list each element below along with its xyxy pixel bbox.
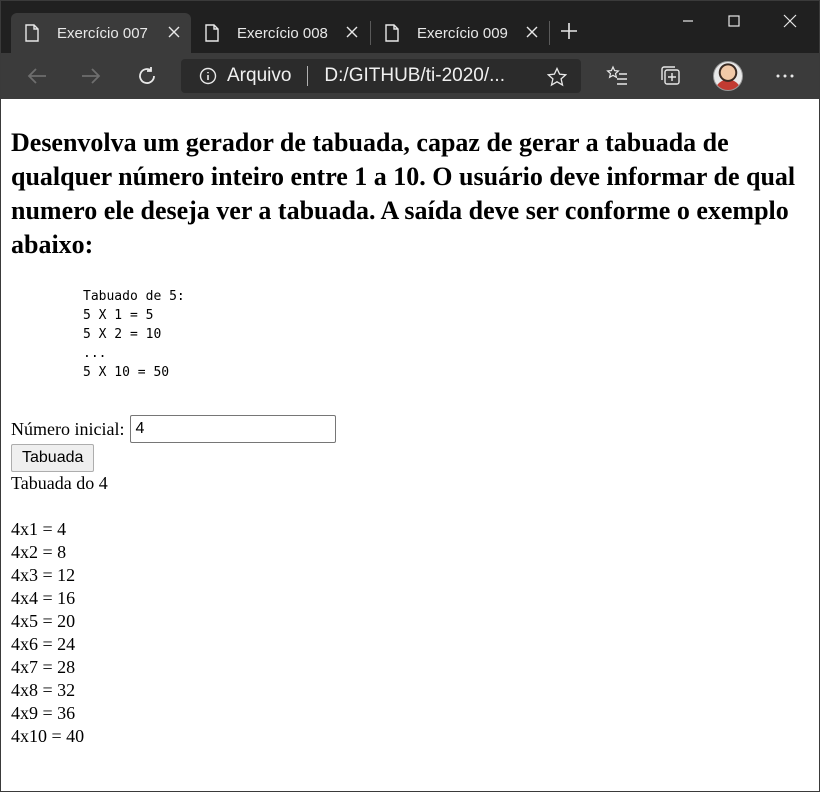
- toolbar: Arquivo D:/GITHUB/ti-2020/...: [1, 53, 819, 99]
- refresh-icon: [139, 67, 155, 84]
- result-row: 4x8 = 32: [11, 680, 76, 700]
- favorites-button[interactable]: [603, 62, 631, 90]
- result-title: Tabuada do 4: [11, 473, 108, 493]
- example-line: ...: [83, 346, 107, 361]
- document-icon: [385, 24, 399, 42]
- close-icon: [783, 14, 797, 28]
- example-block: Tabuado de 5: 5 X 1 = 5 5 X 2 = 10 ... 5…: [83, 287, 809, 382]
- document-icon: [25, 24, 39, 42]
- close-window-button[interactable]: [767, 1, 813, 41]
- input-row: Número inicial:: [11, 415, 809, 443]
- result-row: 4x5 = 20: [11, 611, 76, 631]
- arrow-right-icon: [82, 68, 101, 84]
- close-icon[interactable]: [525, 25, 539, 39]
- back-button[interactable]: [23, 62, 51, 90]
- collections-button[interactable]: [657, 62, 685, 90]
- address-scheme: Arquivo: [227, 65, 292, 86]
- address-divider: [307, 66, 309, 86]
- number-input[interactable]: [130, 415, 337, 443]
- tab-label: Exercício 007: [57, 24, 148, 42]
- result-row: 4x2 = 8: [11, 542, 67, 562]
- example-line: Tabuado de 5:: [83, 289, 185, 304]
- number-label: Número inicial:: [11, 418, 125, 439]
- refresh-button[interactable]: [133, 62, 161, 90]
- result-row: 4x10 = 40: [11, 726, 85, 746]
- arrow-left-icon: [27, 68, 46, 84]
- more-icon: [776, 74, 794, 78]
- favorites-list-icon: [606, 65, 627, 85]
- result-row: 4x4 = 16: [11, 588, 76, 608]
- tab-divider: [549, 21, 550, 45]
- tab-label: Exercício 009: [417, 24, 508, 42]
- tab-strip: Exercício 007 Exercício 008 Exercício 00…: [1, 1, 819, 53]
- example-line: 5 X 1 = 5: [83, 308, 154, 323]
- forward-button[interactable]: [77, 62, 105, 90]
- minimize-button[interactable]: [665, 1, 711, 41]
- result-row: 4x3 = 12: [11, 565, 76, 585]
- result-row: 4x6 = 24: [11, 634, 76, 654]
- new-tab-icon[interactable]: [559, 21, 579, 41]
- example-line: 5 X 2 = 10: [83, 327, 162, 342]
- settings-more-button[interactable]: [771, 62, 799, 90]
- document-icon: [205, 24, 219, 42]
- result-output: Tabuada do 4 4x1 = 4 4x2 = 8 4x3 = 12 4x…: [11, 472, 809, 748]
- close-icon[interactable]: [167, 25, 181, 39]
- favorite-star-icon[interactable]: [547, 67, 567, 87]
- profile-avatar[interactable]: [713, 61, 743, 91]
- info-icon[interactable]: [199, 67, 217, 85]
- example-line: 5 X 10 = 50: [83, 365, 170, 380]
- result-row: 4x9 = 36: [11, 703, 76, 723]
- maximize-icon: [728, 15, 740, 27]
- tabuada-button[interactable]: Tabuada: [11, 444, 95, 472]
- result-row: 4x7 = 28: [11, 657, 76, 677]
- page-viewport: Desenvolva um gerador de tabuada, capaz …: [1, 99, 819, 791]
- tab-exercicio-008[interactable]: Exercício 008: [191, 13, 369, 53]
- minimize-icon: [683, 20, 693, 22]
- collections-icon: [661, 66, 680, 85]
- address-bar[interactable]: Arquivo D:/GITHUB/ti-2020/...: [181, 59, 581, 93]
- browser-window: Exercício 007 Exercício 008 Exercício 00…: [0, 0, 820, 792]
- page-heading: Desenvolva um gerador de tabuada, capaz …: [11, 128, 796, 259]
- address-url[interactable]: D:/GITHUB/ti-2020/...: [324, 65, 505, 87]
- result-row: 4x1 = 4: [11, 519, 67, 539]
- close-icon[interactable]: [345, 25, 359, 39]
- button-row: Tabuada: [11, 444, 809, 472]
- maximize-button[interactable]: [711, 1, 757, 41]
- tab-label: Exercício 008: [237, 24, 328, 42]
- tab-exercicio-009[interactable]: Exercício 009: [371, 13, 549, 53]
- tab-exercicio-007[interactable]: Exercício 007: [11, 13, 191, 53]
